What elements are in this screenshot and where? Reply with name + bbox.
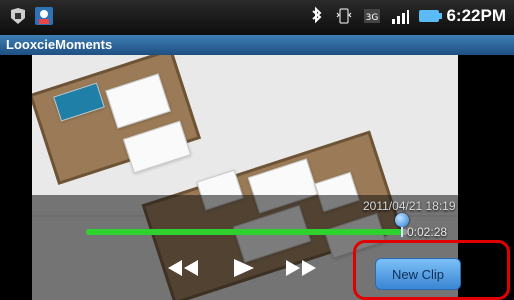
fast-forward-icon <box>280 256 324 280</box>
rewind-icon <box>160 256 204 280</box>
play-icon <box>220 256 264 280</box>
video-timestamp: 2011/04/21 18:19 <box>363 199 456 213</box>
playback-controls <box>160 256 324 280</box>
3g-icon: 3G <box>362 6 382 26</box>
new-clip-button[interactable]: New Clip <box>375 258 461 290</box>
screen: 3G 6:22PM LooxcieMoments 2011/04/21 18:1… <box>0 0 514 300</box>
bluetooth-icon <box>306 6 326 26</box>
elapsed-time: 0:02:28 <box>407 225 448 239</box>
status-left-icons <box>8 6 54 26</box>
progress-handle[interactable] <box>394 213 410 237</box>
vibrate-icon <box>334 6 354 26</box>
fast-forward-button[interactable] <box>280 256 324 280</box>
signal-icon <box>390 6 410 26</box>
new-clip-label: New Clip <box>391 266 444 282</box>
rewind-button[interactable] <box>160 256 204 280</box>
status-bar: 3G 6:22PM <box>0 0 514 35</box>
battery-icon <box>418 6 443 26</box>
svg-text:3G: 3G <box>366 13 379 23</box>
progress-stem <box>400 227 403 237</box>
progress-bar[interactable] <box>86 229 408 235</box>
app-title-bar: LooxcieMoments <box>0 35 514 55</box>
status-right-icons: 3G 6:22PM <box>306 6 506 26</box>
play-button[interactable] <box>220 256 264 280</box>
usb-debugging-icon <box>8 6 28 26</box>
app-notification-icon <box>34 6 54 26</box>
progress-knob <box>394 213 409 227</box>
status-time: 6:22PM <box>446 6 506 25</box>
progress-fill <box>86 229 402 235</box>
app-title: LooxcieMoments <box>6 37 113 52</box>
